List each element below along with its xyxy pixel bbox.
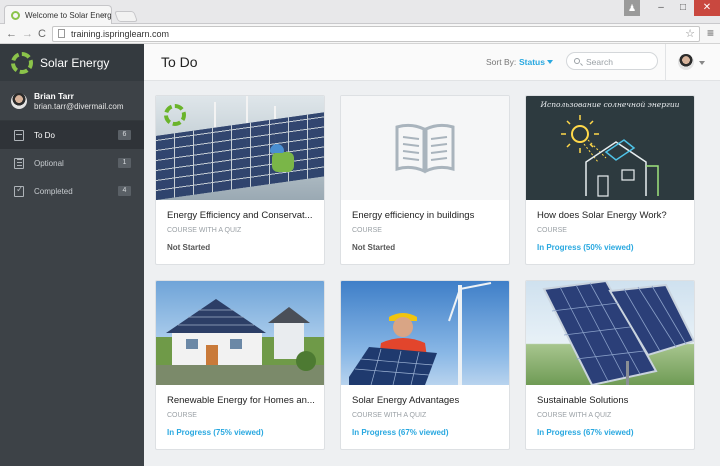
course-card[interactable]: Sustainable Solutions Course with a quiz…	[525, 280, 695, 450]
sort-dropdown[interactable]: Status	[519, 57, 545, 67]
back-icon[interactable]: ←	[6, 27, 17, 41]
user-name: Brian Tarr	[34, 90, 74, 101]
card-status: Not Started	[167, 243, 211, 252]
course-thumbnail	[526, 281, 694, 385]
book-icon	[395, 123, 455, 174]
card-title: Energy Efficiency and Conservat...	[167, 210, 313, 221]
worker-with-panel-image	[349, 282, 492, 385]
course-thumbnail	[156, 281, 324, 385]
solar-logo-icon	[11, 51, 33, 74]
sidebar-item-to-do[interactable]: To Do 6	[0, 121, 144, 149]
user-email: brian.tarr@divermail.com	[34, 101, 124, 111]
reload-icon[interactable]: C	[38, 27, 46, 41]
page-title: To Do	[161, 54, 198, 70]
count-badge: 4	[118, 186, 131, 196]
worker-image	[272, 152, 294, 172]
sidebar-item-optional[interactable]: Optional 1	[0, 149, 144, 177]
search-placeholder: Search	[586, 57, 613, 67]
course-card[interactable]: Energy Efficiency and Conservat... Cours…	[155, 95, 325, 265]
solar-logo-icon	[164, 104, 186, 126]
course-card[interactable]: Solar Energy Advantages Course with a qu…	[340, 280, 510, 450]
close-window-button[interactable]: ✕	[694, 0, 720, 16]
avatar	[11, 92, 27, 109]
solar-house-drawing	[561, 115, 659, 197]
sidebar-item-completed[interactable]: Completed 4	[0, 177, 144, 205]
card-title: Solar Energy Advantages	[352, 395, 460, 406]
tab-title: Welcome to Solar Energy	[25, 11, 112, 20]
url-text: training.ispringlearn.com	[71, 29, 170, 39]
course-thumbnail	[341, 281, 509, 385]
page-header: To Do Sort By: Status Search	[144, 44, 720, 81]
course-thumbnail	[341, 96, 509, 200]
browser-tab-strip: Welcome to Solar Energy × ♟ – □ ✕	[0, 0, 720, 24]
profile-icon[interactable]: ♟	[624, 0, 640, 16]
brand-header[interactable]: Solar Energy	[0, 44, 144, 81]
card-title: Renewable Energy for Homes an...	[167, 395, 315, 406]
divider	[665, 44, 666, 81]
user-menu-avatar[interactable]	[678, 54, 694, 70]
course-thumbnail	[156, 96, 324, 200]
solar-array-image	[542, 281, 694, 385]
document-icon	[14, 157, 24, 169]
address-bar[interactable]: training.ispringlearn.com ☆	[52, 26, 700, 42]
main-content: To Do Sort By: Status Search Energy Effi…	[144, 44, 720, 466]
card-status: Not Started	[352, 243, 396, 252]
sidebar-item-label: To Do	[34, 130, 55, 140]
page-icon	[58, 29, 65, 38]
card-status: In Progress (67% viewed)	[352, 428, 449, 437]
sidebar-item-label: Completed	[34, 186, 73, 196]
card-title: Energy efficiency in buildings	[352, 210, 475, 221]
card-type: Course with a quiz	[352, 412, 427, 419]
forward-icon[interactable]: →	[22, 27, 33, 41]
search-input[interactable]: Search	[566, 52, 658, 70]
card-type: Course	[167, 412, 197, 419]
course-card[interactable]: Renewable Energy for Homes an... Course …	[155, 280, 325, 450]
count-badge: 1	[118, 158, 131, 168]
hard-hat-image	[270, 144, 284, 153]
chevron-down-icon[interactable]	[699, 61, 705, 65]
course-thumbnail: Использование солнечной энергии	[526, 96, 694, 200]
checkbox-icon	[14, 184, 24, 197]
browser-toolbar: ← → C training.ispringlearn.com ☆ ≡	[0, 24, 720, 44]
chevron-down-icon[interactable]	[547, 60, 553, 64]
user-profile[interactable]: Brian Tarr brian.tarr@divermail.com	[0, 81, 144, 121]
calendar-icon	[14, 129, 24, 141]
window-controls: ♟ – □ ✕	[624, 0, 720, 16]
maximize-button[interactable]: □	[672, 0, 694, 16]
sidebar-item-label: Optional	[34, 158, 64, 168]
course-card[interactable]: Использование солнечной энергии How does…	[525, 95, 695, 265]
sort-label: Sort By:	[486, 57, 517, 67]
card-type: Course	[537, 227, 567, 234]
solar-panels-image	[156, 112, 324, 200]
card-status: In Progress (50% viewed)	[537, 243, 634, 252]
course-card[interactable]: Energy efficiency in buildings Course No…	[340, 95, 510, 265]
search-icon	[574, 58, 580, 64]
minimize-button[interactable]: –	[650, 0, 672, 16]
house-with-solar-roof-image	[156, 299, 324, 385]
bookmark-star-icon[interactable]: ☆	[685, 27, 695, 40]
browser-menu-icon[interactable]: ≡	[707, 26, 714, 40]
card-status: In Progress (75% viewed)	[167, 428, 264, 437]
brand-name: Solar Energy	[40, 55, 110, 70]
new-tab-button[interactable]	[113, 11, 139, 22]
card-title: Sustainable Solutions	[537, 395, 629, 406]
sidebar: Solar Energy Brian Tarr brian.tarr@diver…	[0, 44, 144, 466]
card-status: In Progress (67% viewed)	[537, 428, 634, 437]
card-type: Course with a quiz	[167, 227, 242, 234]
card-type: Course	[352, 227, 382, 234]
card-type: Course with a quiz	[537, 412, 612, 419]
favicon-icon	[11, 11, 20, 20]
browser-tab[interactable]: Welcome to Solar Energy ×	[4, 5, 112, 24]
count-badge: 6	[118, 130, 131, 140]
tab-close-icon[interactable]: ×	[101, 10, 106, 20]
card-title: How does Solar Energy Work?	[537, 210, 667, 221]
